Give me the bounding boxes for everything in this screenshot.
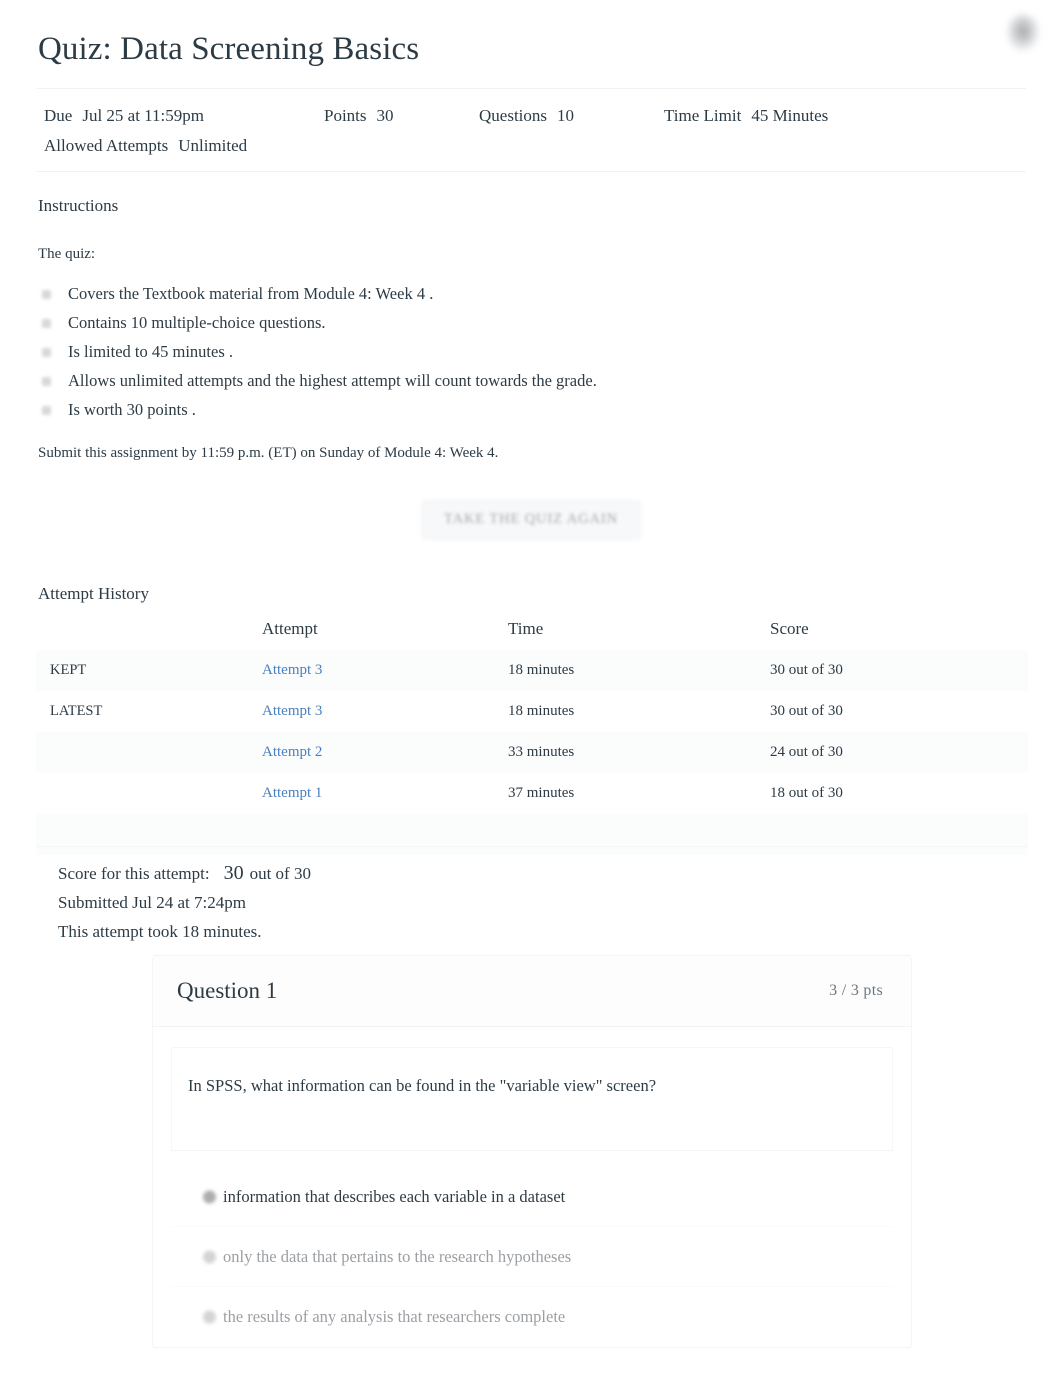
instructions-bullet-list: Covers the Textbook material from Module… <box>38 279 838 424</box>
quiz-meta-row-1: Due Jul 25 at 11:59pm Points 30 Questions 10 T… <box>36 101 1026 131</box>
meta-questions: Questions 10 <box>479 101 664 131</box>
radio-button-icon[interactable] <box>203 1250 216 1263</box>
row-marker <box>36 732 262 773</box>
meta-points: Points 30 <box>324 101 479 131</box>
score-label: Score for this attempt: <box>58 864 210 883</box>
row-attempt: Attempt 2 <box>262 732 508 773</box>
list-item: Allows unlimited attempts and the highes… <box>68 366 838 395</box>
row-time: 33 minutes <box>508 744 575 760</box>
question-title: Question 1 <box>177 978 278 1003</box>
answer-option[interactable]: information that describes each variable… <box>171 1167 893 1227</box>
table-header-row: Attempt Time Score <box>36 612 1028 650</box>
score-summary: Score for this attempt: 30 out of 30 Submi… <box>36 846 1028 956</box>
attempt-link[interactable]: Attempt 1 <box>262 785 322 801</box>
list-item: Is worth 30 points . <box>68 395 838 424</box>
row-marker <box>36 773 262 814</box>
quiz-meta-row-2: Allowed Attempts Unlimited <box>36 131 1026 161</box>
answer-option[interactable]: only the data that pertains to the resea… <box>171 1227 893 1287</box>
instructions-lead: The quiz: <box>38 246 96 262</box>
row-attempt: Attempt 3 <box>262 691 508 732</box>
column-header-time: Time <box>508 619 544 638</box>
meta-allowed-attempts-label: Allowed Attempts <box>44 136 169 155</box>
quiz-results-page: Quiz: Data Screening Basics Due Jul 25 at… <box>0 0 1062 1377</box>
table-row: Attempt 2 33 minutes 24 out of 30 <box>36 732 1028 773</box>
answer-option[interactable]: the results of any analysis that researc… <box>171 1287 893 1347</box>
question-text: In SPSS, what information can be found i… <box>188 1076 657 1095</box>
row-score: 30 out of 30 <box>770 662 843 678</box>
row-score: 24 out of 30 <box>770 744 843 760</box>
answer-option-label: the results of any analysis that researc… <box>223 1307 566 1326</box>
row-attempt: Attempt 3 <box>262 650 508 691</box>
instructions-body: The quiz: Covers the Textbook material f… <box>38 243 838 464</box>
table-row: Attempt 1 37 minutes 18 out of 30 <box>36 773 1028 814</box>
meta-due-label: Due <box>44 106 73 125</box>
row-marker: KEPT <box>50 662 87 678</box>
row-score: 30 out of 30 <box>770 703 843 719</box>
score-value: 30 <box>223 862 244 884</box>
column-header-score: Score <box>770 619 809 638</box>
attempt-history-body: KEPT Attempt 3 18 minutes 30 out of 30 L… <box>36 650 1028 855</box>
question-card: Question 1 3 / 3 pts In SPSS, what infor… <box>152 955 912 1348</box>
meta-points-value: 30 <box>376 106 394 125</box>
meta-questions-label: Questions <box>479 106 547 125</box>
submitted-line: Submitted Jul 24 at 7:24pm <box>58 893 246 912</box>
quiz-meta-band: Due Jul 25 at 11:59pm Points 30 Questions 10 T… <box>36 88 1026 172</box>
meta-time-limit-value: 45 Minutes <box>751 106 829 125</box>
answer-option-label: only the data that pertains to the resea… <box>223 1246 572 1266</box>
attempt-history-table: Attempt Time Score KEPT Attempt 3 18 min… <box>36 612 1028 855</box>
user-avatar-icon[interactable] <box>1006 14 1040 52</box>
list-item: Contains 10 multiple-choice questions. <box>68 308 838 337</box>
table-row: KEPT Attempt 3 18 minutes 30 out of 30 <box>36 650 1028 691</box>
attempt-history-heading: Attempt History <box>38 584 149 603</box>
question-text-box: In SPSS, what information can be found i… <box>171 1047 893 1150</box>
meta-points-label: Points <box>324 106 367 125</box>
list-item: Covers the Textbook material from Module… <box>68 279 838 308</box>
radio-button-icon[interactable] <box>203 1190 216 1203</box>
row-attempt: Attempt 1 <box>262 773 508 814</box>
attempt-link[interactable]: Attempt 3 <box>262 662 322 678</box>
table-row: LATEST Attempt 3 18 minutes 30 out of 30 <box>36 691 1028 732</box>
row-marker: LATEST <box>50 703 103 719</box>
answer-option-label: information that describes each variable… <box>223 1186 566 1206</box>
attempt-history-head: Attempt Time Score <box>36 612 1028 650</box>
row-time: 37 minutes <box>508 785 575 801</box>
question-body: In SPSS, what information can be found i… <box>153 1047 911 1347</box>
score-for-attempt-line: Score for this attempt: 30 out of 30 <box>58 859 1028 888</box>
list-item: Is limited to 45 minutes . <box>68 337 838 366</box>
question-points: 3 / 3 pts <box>829 982 883 999</box>
meta-allowed-attempts-value: Unlimited <box>178 136 248 155</box>
meta-due-value: Jul 25 at 11:59pm <box>82 106 205 125</box>
meta-due: Due Jul 25 at 11:59pm <box>44 101 324 131</box>
take-quiz-again-container: TAKE THE QUIZ AGAIN <box>0 500 1062 540</box>
radio-button-icon[interactable] <box>203 1310 216 1324</box>
row-time: 18 minutes <box>508 703 575 719</box>
row-time: 18 minutes <box>508 662 575 678</box>
instructions-closing: Submit this assignment by 11:59 p.m. (ET… <box>38 445 499 461</box>
meta-allowed-attempts: Allowed Attempts Unlimited <box>44 131 247 161</box>
column-header-attempt: Attempt <box>262 619 318 638</box>
take-quiz-again-button[interactable]: TAKE THE QUIZ AGAIN <box>421 500 641 540</box>
duration-line: This attempt took 18 minutes. <box>58 922 262 941</box>
page-title: Quiz: Data Screening Basics <box>38 31 420 67</box>
answer-options-list: information that describes each variable… <box>171 1150 893 1347</box>
attempt-link[interactable]: Attempt 2 <box>262 744 322 760</box>
instructions-heading: Instructions <box>38 196 119 215</box>
row-score: 18 out of 30 <box>770 785 843 801</box>
attempt-link[interactable]: Attempt 3 <box>262 703 322 719</box>
meta-time-limit: Time Limit 45 Minutes <box>664 101 828 131</box>
meta-questions-value: 10 <box>557 106 574 125</box>
column-header-marker <box>36 612 262 650</box>
score-suffix: out of 30 <box>249 864 311 883</box>
question-header: Question 1 3 / 3 pts <box>153 956 911 1027</box>
meta-time-limit-label: Time Limit <box>664 106 742 125</box>
